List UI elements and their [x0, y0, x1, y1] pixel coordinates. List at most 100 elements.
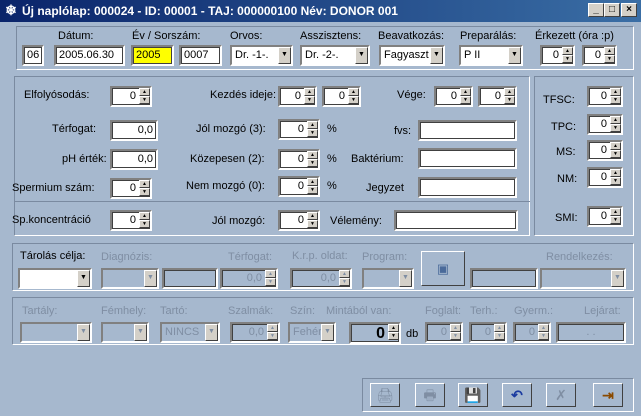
spermium-input[interactable]: 0 ▲ ▼ — [110, 178, 152, 199]
save-button[interactable]: 💾 — [458, 383, 488, 407]
asszisztens-select[interactable]: Dr. -2-. ▼ — [300, 45, 370, 66]
program-button[interactable]: ▣ — [421, 251, 465, 286]
chevron-down-icon[interactable]: ▼ — [205, 324, 218, 341]
vege-perc-input[interactable]: 0 ▲ ▼ — [478, 86, 517, 107]
spinner[interactable]: ▲ ▼ — [610, 88, 621, 105]
chevron-down-icon[interactable]: ▼ — [134, 324, 147, 341]
chevron-down-icon[interactable]: ▼ — [355, 47, 368, 64]
krp-input[interactable]: 0,0 ▲ ▼ — [290, 268, 352, 289]
spinner[interactable]: ▲ ▼ — [504, 88, 515, 105]
szin-select[interactable]: Fehér ▼ — [288, 322, 336, 343]
jegyzet-input[interactable] — [418, 177, 517, 198]
spinner[interactable]: ▲ ▼ — [139, 212, 150, 229]
chevron-down-icon[interactable]: ▼ — [77, 270, 90, 287]
szalmak-input[interactable]: 0,0 ▲ ▼ — [230, 322, 280, 343]
femhely-select[interactable]: ▼ — [101, 322, 149, 343]
chevron-down-icon[interactable]: ▼ — [430, 47, 443, 64]
spinner[interactable]: ▲ ▼ — [304, 88, 315, 105]
print-button[interactable]: 🖨 — [370, 383, 400, 407]
smi-input[interactable]: 0 ▲ ▼ — [587, 206, 623, 227]
program-text[interactable] — [470, 268, 538, 289]
spinner[interactable]: ▲ ▼ — [460, 88, 471, 105]
chevron-down-icon[interactable]: ▼ — [321, 324, 334, 341]
gyerm-input[interactable]: 0 ▲ ▼ — [513, 322, 551, 343]
undo-button[interactable]: ↶ — [502, 383, 532, 407]
tfsc-input[interactable]: 0 ▲ ▼ — [587, 86, 623, 107]
diagnozis-text[interactable] — [162, 268, 218, 289]
velemeny-input[interactable] — [394, 210, 518, 231]
spinner[interactable]: ▲ ▼ — [610, 169, 621, 186]
jol-mozgo3-input[interactable]: 0 ▲ ▼ — [278, 119, 320, 140]
ev-input[interactable]: 2005 — [131, 45, 174, 66]
spinner[interactable]: ▲ ▼ — [562, 47, 573, 64]
orvos-select[interactable]: Dr. -1-. ▼ — [230, 45, 293, 66]
chevron-down-icon[interactable]: ▼ — [144, 270, 157, 287]
spinner[interactable]: ▲ ▼ — [307, 151, 318, 168]
datum-input[interactable]: 2005.06.30 — [54, 45, 125, 66]
ph-input[interactable]: 0,0 — [110, 149, 158, 170]
jol-mozgo-input[interactable]: 0 ▲ ▼ — [278, 210, 320, 231]
tarolas-select[interactable]: ▼ — [18, 268, 92, 289]
spinner[interactable]: ▲ ▼ — [604, 47, 615, 64]
chevron-down-icon[interactable]: ▼ — [508, 47, 521, 64]
spinner[interactable]: ▲ ▼ — [610, 116, 621, 133]
terh-input[interactable]: 0 ▲ ▼ — [469, 322, 507, 343]
bakterium-input[interactable] — [418, 148, 517, 169]
kozepesen-input[interactable]: 0 ▲ ▼ — [278, 149, 320, 170]
spinner[interactable]: ▲ ▼ — [307, 212, 318, 229]
spinner[interactable]: ▲ ▼ — [610, 208, 621, 225]
spinner[interactable]: ▲ ▼ — [139, 180, 150, 197]
sorszam-input[interactable]: 0007 — [179, 45, 222, 66]
foglalt-input[interactable]: 0 ▲ ▼ — [425, 322, 463, 343]
nem-mozgo-input[interactable]: 0 ▲ ▼ — [278, 176, 320, 197]
spinner[interactable]: ▲ ▼ — [494, 324, 505, 341]
vege-ora-input[interactable]: 0 ▲ ▼ — [434, 86, 473, 107]
tarto-select[interactable]: NINCS ▼ — [160, 322, 220, 343]
spinner[interactable]: ▲ ▼ — [139, 88, 150, 105]
fvs-input[interactable] — [418, 120, 517, 141]
delete-button[interactable]: ✗ — [546, 383, 576, 407]
nm-input[interactable]: 0 ▲ ▼ — [587, 167, 623, 188]
mintabol-input[interactable]: 0 ▲ ▼ — [349, 322, 401, 344]
chevron-down-icon[interactable]: ▼ — [278, 47, 291, 64]
datum-prefix-input[interactable]: 06 — [22, 45, 44, 66]
erkezett-perc-input[interactable]: 0 ▲ ▼ — [582, 45, 617, 66]
storage-terfogat-input[interactable]: 0,0 ▲ ▼ — [220, 268, 278, 289]
chevron-down-icon[interactable]: ▼ — [611, 270, 624, 287]
lejarat-input[interactable]: . . — [556, 322, 626, 343]
spinner[interactable]: ▲ ▼ — [538, 324, 549, 341]
print-preview-button[interactable]: 🖶 — [415, 383, 445, 407]
beavatkozas-select[interactable]: Fagyaszt ▼ — [379, 45, 445, 66]
spinner[interactable]: ▲ ▼ — [450, 324, 461, 341]
program-select[interactable]: ▼ — [362, 268, 414, 289]
rendelkezes-select[interactable]: ▼ — [540, 268, 626, 289]
chevron-down-icon[interactable]: ▼ — [77, 324, 90, 341]
spkonc-input[interactable]: 0 ▲ ▼ — [110, 210, 152, 231]
diagnozis-select[interactable]: ▼ — [101, 268, 159, 289]
exit-button[interactable]: ⇥ — [593, 383, 623, 407]
spinner[interactable]: ▲ ▼ — [267, 324, 278, 341]
db-label: db — [406, 328, 419, 340]
close-button[interactable]: × — [621, 3, 637, 17]
kezdes-perc-input[interactable]: 0 ▲ ▼ — [322, 86, 361, 107]
tartaly-select[interactable]: ▼ — [20, 322, 92, 343]
vege-perc-value: 0 — [494, 90, 501, 102]
spinner[interactable]: ▲ ▼ — [307, 121, 318, 138]
spinner[interactable]: ▲ ▼ — [339, 270, 350, 287]
spinner[interactable]: ▲ ▼ — [265, 270, 276, 287]
spinner[interactable]: ▲ ▼ — [307, 178, 318, 195]
chevron-down-icon[interactable]: ▼ — [399, 270, 412, 287]
kezdes-ora-input[interactable]: 0 ▲ ▼ — [278, 86, 317, 107]
elfolyosodas-input[interactable]: 0 ▲ ▼ — [110, 86, 152, 107]
maximize-button[interactable]: □ — [604, 3, 620, 17]
terfogat-input[interactable]: 0,0 — [110, 120, 158, 141]
minimize-button[interactable]: _ — [588, 3, 604, 17]
spinner[interactable]: ▲ ▼ — [610, 142, 621, 159]
spinner[interactable]: ▲ ▼ — [348, 88, 359, 105]
preparalas-select[interactable]: P II ▼ — [459, 45, 523, 66]
orvos-value: Dr. -1-. — [235, 49, 269, 61]
spinner[interactable]: ▲ ▼ — [388, 324, 399, 341]
erkezett-ora-input[interactable]: 0 ▲ ▼ — [540, 45, 575, 66]
ms-input[interactable]: 0 ▲ ▼ — [587, 140, 623, 161]
tpc-input[interactable]: 0 ▲ ▼ — [587, 114, 623, 135]
